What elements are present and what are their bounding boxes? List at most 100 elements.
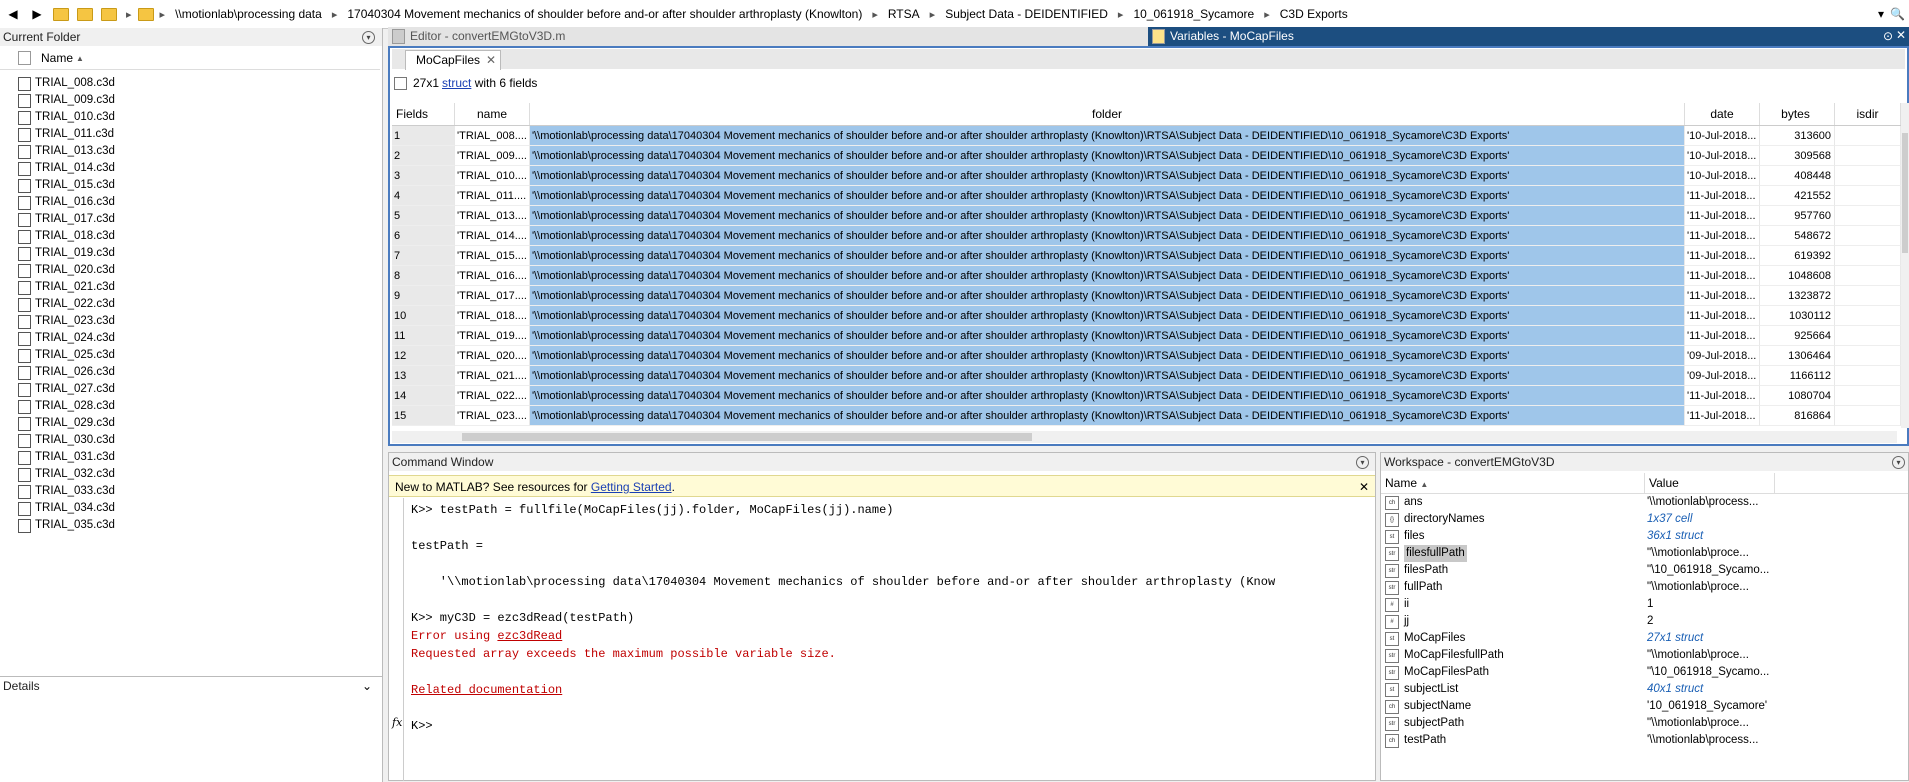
folder-cell[interactable]: '\\motionlab\processing data\17040304 Mo… — [530, 266, 1685, 286]
name-column-header[interactable]: Name — [41, 51, 73, 65]
row-index[interactable]: 15 — [392, 406, 455, 426]
related-documentation-link[interactable]: Related documentation — [411, 683, 562, 697]
workspace-row[interactable]: {} directoryNames 1x37 cell — [1381, 511, 1908, 528]
name-cell[interactable]: 'TRIAL_018.... — [455, 306, 530, 326]
isdir-header[interactable]: isdir — [1835, 103, 1901, 125]
date-cell[interactable]: '11-Jul-2018... — [1685, 326, 1760, 346]
name-cell[interactable]: 'TRIAL_019.... — [455, 326, 530, 346]
isdir-cell[interactable] — [1835, 326, 1901, 346]
workspace-row[interactable]: str fullPath "\\motionlab\proce... — [1381, 579, 1908, 596]
file-list-item[interactable]: TRIAL_020.c3d — [0, 262, 380, 279]
row-index[interactable]: 14 — [392, 386, 455, 406]
bytes-cell[interactable]: 1166112 — [1760, 366, 1835, 386]
date-cell[interactable]: '09-Jul-2018... — [1685, 346, 1760, 366]
folder-header[interactable]: folder — [530, 103, 1685, 125]
folder-cell[interactable]: '\\motionlab\processing data\17040304 Mo… — [530, 206, 1685, 226]
row-index[interactable]: 6 — [392, 226, 455, 246]
folder-cell[interactable]: '\\motionlab\processing data\17040304 Mo… — [530, 186, 1685, 206]
panel-menu-icon[interactable]: ▾ — [1356, 456, 1369, 469]
row-index[interactable]: 3 — [392, 166, 455, 186]
name-cell[interactable]: 'TRIAL_009.... — [455, 146, 530, 166]
folder-cell[interactable]: '\\motionlab\processing data\17040304 Mo… — [530, 146, 1685, 166]
workspace-row[interactable]: str subjectPath "\\motionlab\proce... — [1381, 715, 1908, 732]
row-index[interactable]: 5 — [392, 206, 455, 226]
isdir-cell[interactable] — [1835, 386, 1901, 406]
bytes-cell[interactable]: 957760 — [1760, 206, 1835, 226]
row-index[interactable]: 8 — [392, 266, 455, 286]
folder-cell[interactable]: '\\motionlab\processing data\17040304 Mo… — [530, 126, 1685, 146]
bytes-cell[interactable]: 619392 — [1760, 246, 1835, 266]
folder-cell[interactable]: '\\motionlab\processing data\17040304 Mo… — [530, 366, 1685, 386]
tab-mocapfiles[interactable]: MoCapFiles ✕ — [405, 50, 502, 70]
name-cell[interactable]: 'TRIAL_021.... — [455, 366, 530, 386]
name-cell[interactable]: 'TRIAL_015.... — [455, 246, 530, 266]
date-cell[interactable]: '11-Jul-2018... — [1685, 246, 1760, 266]
name-header[interactable]: name — [455, 103, 530, 125]
crumb-1[interactable]: 17040304 Movement mechanics of shoulder … — [343, 7, 866, 21]
workspace-row[interactable]: str filesfullPath "\\motionlab\proce... — [1381, 545, 1908, 562]
date-cell[interactable]: '11-Jul-2018... — [1685, 226, 1760, 246]
workspace-row[interactable]: st files 36x1 struct — [1381, 528, 1908, 545]
panel-menu-icon[interactable]: ▾ — [1892, 456, 1905, 469]
folder-cell[interactable]: '\\motionlab\processing data\17040304 Mo… — [530, 246, 1685, 266]
horizontal-scroll-thumb[interactable] — [462, 433, 1032, 441]
search-icon[interactable]: 🔍 — [1890, 7, 1905, 21]
chevron-down-icon[interactable]: ⌄ — [362, 679, 372, 693]
workspace-row[interactable]: ch ans '\\motionlab\process... — [1381, 494, 1908, 511]
command-window[interactable]: Command Window ▾ New to MATLAB? See reso… — [388, 452, 1376, 781]
bytes-cell[interactable]: 313600 — [1760, 126, 1835, 146]
date-cell[interactable]: '11-Jul-2018... — [1685, 206, 1760, 226]
file-list-item[interactable]: TRIAL_024.c3d — [0, 330, 380, 347]
file-list-item[interactable]: TRIAL_013.c3d — [0, 143, 380, 160]
isdir-cell[interactable] — [1835, 286, 1901, 306]
vertical-scroll-thumb[interactable] — [1902, 133, 1908, 253]
name-cell[interactable]: 'TRIAL_008.... — [455, 126, 530, 146]
isdir-cell[interactable] — [1835, 226, 1901, 246]
file-list-item[interactable]: TRIAL_028.c3d — [0, 398, 380, 415]
folder-cell[interactable]: '\\motionlab\processing data\17040304 Mo… — [530, 406, 1685, 426]
isdir-cell[interactable] — [1835, 266, 1901, 286]
file-list-item[interactable]: TRIAL_032.c3d — [0, 466, 380, 483]
workspace-row[interactable]: st subjectList 40x1 struct — [1381, 681, 1908, 698]
crumb-0[interactable]: \\motionlab\processing data — [171, 7, 326, 21]
bytes-cell[interactable]: 1048608 — [1760, 266, 1835, 286]
workspace-row[interactable]: # ii 1 — [1381, 596, 1908, 613]
folder-cell[interactable]: '\\motionlab\processing data\17040304 Mo… — [530, 326, 1685, 346]
bytes-cell[interactable]: 408448 — [1760, 166, 1835, 186]
folder-cell[interactable]: '\\motionlab\processing data\17040304 Mo… — [530, 166, 1685, 186]
file-list-item[interactable]: TRIAL_021.c3d — [0, 279, 380, 296]
workspace-row[interactable]: ch subjectName '10_061918_Sycamore' — [1381, 698, 1908, 715]
file-list-item[interactable]: TRIAL_026.c3d — [0, 364, 380, 381]
date-cell[interactable]: '11-Jul-2018... — [1685, 286, 1760, 306]
row-index[interactable]: 7 — [392, 246, 455, 266]
dropdown-icon[interactable]: ▾ — [1878, 7, 1884, 21]
file-list-item[interactable]: TRIAL_025.c3d — [0, 347, 380, 364]
date-cell[interactable]: '11-Jul-2018... — [1685, 386, 1760, 406]
ws-value-header[interactable]: Value — [1645, 473, 1775, 493]
isdir-cell[interactable] — [1835, 166, 1901, 186]
date-cell[interactable]: '11-Jul-2018... — [1685, 186, 1760, 206]
row-index[interactable]: 11 — [392, 326, 455, 346]
name-cell[interactable]: 'TRIAL_011.... — [455, 186, 530, 206]
command-prompt[interactable]: K>> — [411, 719, 433, 733]
panel-menu-icon[interactable]: ▾ — [362, 31, 375, 44]
bytes-cell[interactable]: 925664 — [1760, 326, 1835, 346]
struct-link[interactable]: struct — [442, 76, 471, 90]
error-function-link[interactable]: ezc3dRead — [497, 629, 562, 643]
row-index[interactable]: 12 — [392, 346, 455, 366]
isdir-cell[interactable] — [1835, 366, 1901, 386]
file-list-item[interactable]: TRIAL_035.c3d — [0, 517, 380, 534]
bytes-cell[interactable]: 1080704 — [1760, 386, 1835, 406]
function-browser-icon[interactable]: fx — [392, 716, 402, 729]
bytes-cell[interactable]: 816864 — [1760, 406, 1835, 426]
bytes-cell[interactable]: 1030112 — [1760, 306, 1835, 326]
file-list-item[interactable]: TRIAL_018.c3d — [0, 228, 380, 245]
file-list-item[interactable]: TRIAL_016.c3d — [0, 194, 380, 211]
horizontal-scrollbar[interactable] — [392, 431, 1897, 443]
file-list-item[interactable]: TRIAL_023.c3d — [0, 313, 380, 330]
isdir-cell[interactable] — [1835, 146, 1901, 166]
close-icon[interactable]: ✕ — [1359, 476, 1369, 498]
bytes-header[interactable]: bytes — [1760, 103, 1835, 125]
name-cell[interactable]: 'TRIAL_010.... — [455, 166, 530, 186]
workspace-row[interactable]: str MoCapFilesPath "\10_061918_Sycamo... — [1381, 664, 1908, 681]
